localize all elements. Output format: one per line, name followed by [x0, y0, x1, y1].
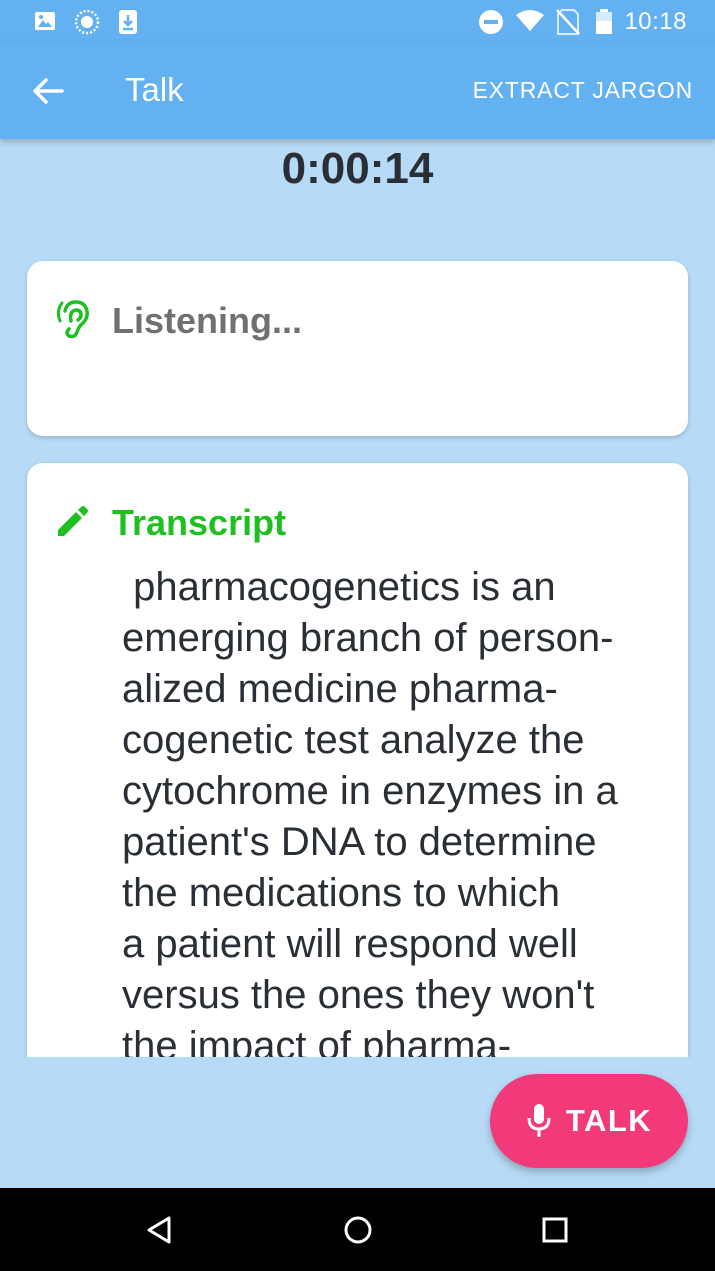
elapsed-timer: 0:00:14: [281, 144, 434, 193]
back-button[interactable]: [24, 70, 72, 112]
microphone-icon: [527, 1104, 551, 1137]
transcript-heading: Transcript: [112, 502, 287, 543]
home-circle-icon: [344, 1216, 372, 1244]
status-bar: 10:18: [0, 0, 715, 42]
listening-status: Listening...: [112, 300, 303, 341]
recents-square-icon: [542, 1217, 568, 1243]
talk-label: TALK: [565, 1103, 653, 1138]
do-not-disturb-icon: [478, 9, 504, 40]
back-triangle-icon: [147, 1216, 171, 1244]
pencil-icon: [55, 505, 89, 544]
wifi-icon: [515, 9, 545, 38]
page-title: Talk: [125, 71, 184, 108]
app-bar: Talk EXTRACT JARGON: [0, 42, 715, 139]
nav-home-button[interactable]: [334, 1206, 382, 1254]
extract-jargon-button[interactable]: EXTRACT JARGON: [473, 77, 693, 104]
transcript-card: Transcript pharmacogenetics is an emergi…: [27, 463, 688, 1103]
download-icon: [117, 9, 139, 40]
image-icon: [33, 9, 57, 38]
transcript-text: pharmacogenetics is an emerging branch o…: [122, 565, 618, 1068]
nav-back-button[interactable]: [136, 1206, 184, 1254]
sync-icon: [74, 9, 100, 40]
battery-icon: [595, 9, 613, 40]
listening-card: Listening...: [27, 261, 688, 436]
no-sim-icon: [556, 9, 580, 40]
talk-button[interactable]: TALK: [490, 1074, 688, 1168]
nav-recents-button[interactable]: [531, 1206, 579, 1254]
ear-icon: [55, 299, 93, 344]
navigation-bar: [0, 1188, 715, 1271]
arrow-back-icon: [33, 78, 64, 104]
status-time: 10:18: [624, 8, 687, 35]
